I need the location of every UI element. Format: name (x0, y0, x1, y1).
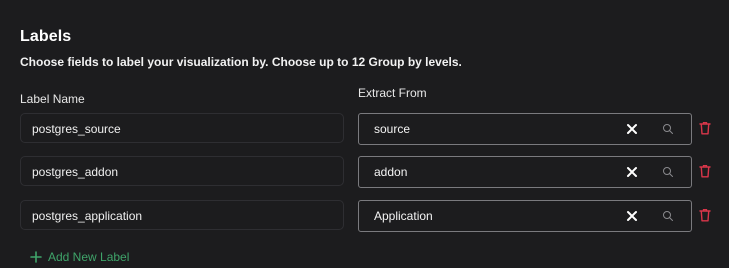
labels-panel: Labels Choose fields to label your visua… (0, 0, 729, 268)
add-new-label-button[interactable]: Add New Label (30, 248, 129, 266)
label-name-column-header: Label Name (20, 92, 85, 106)
trash-icon[interactable] (699, 208, 711, 222)
extract-from-value: source (374, 122, 411, 136)
trash-icon[interactable] (699, 121, 711, 135)
label-name-input[interactable]: postgres_source (20, 113, 344, 143)
label-row: postgres_application Application (0, 200, 729, 232)
close-icon[interactable] (625, 165, 639, 179)
extract-from-select[interactable]: addon (358, 156, 692, 188)
extract-from-select[interactable]: Application (358, 200, 692, 232)
label-row: postgres_source source (0, 113, 729, 145)
add-new-label-text: Add New Label (48, 250, 130, 264)
close-icon[interactable] (625, 122, 639, 136)
extract-from-select[interactable]: source (358, 113, 692, 145)
search-icon[interactable] (662, 166, 674, 178)
search-icon[interactable] (662, 210, 674, 222)
trash-icon[interactable] (699, 164, 711, 178)
label-name-input[interactable]: postgres_addon (20, 156, 344, 186)
section-title: Labels (20, 28, 72, 45)
label-name-input[interactable]: postgres_application (20, 200, 344, 230)
extract-from-value: addon (374, 165, 408, 179)
section-description: Choose fields to label your visualizatio… (20, 55, 462, 69)
label-row: postgres_addon addon (0, 156, 729, 188)
extract-from-column-header: Extract From (358, 86, 427, 100)
extract-from-value: Application (374, 209, 433, 223)
close-icon[interactable] (625, 209, 639, 223)
search-icon[interactable] (662, 123, 674, 135)
plus-icon (30, 251, 42, 263)
